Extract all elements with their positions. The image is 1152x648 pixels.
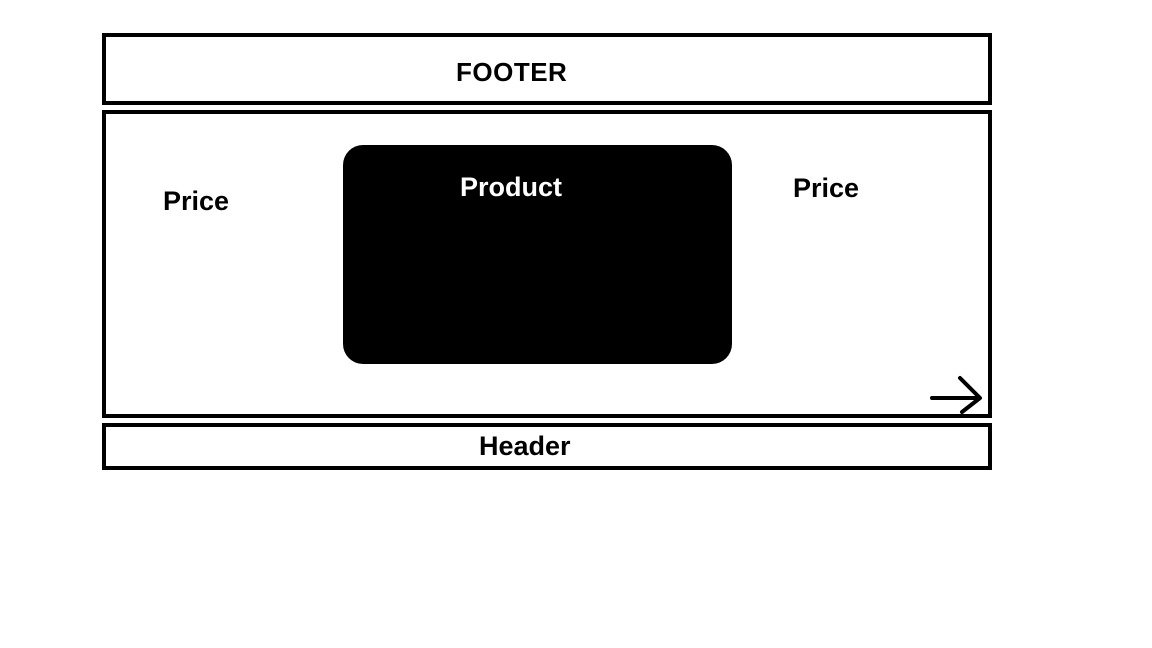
header-label: Header <box>479 431 571 461</box>
product-card[interactable]: Product <box>343 145 732 364</box>
arrow-right-icon[interactable] <box>928 372 984 414</box>
price-right: Price <box>793 173 860 203</box>
main-section: Price Product Price <box>102 110 992 418</box>
footer-label: FOOTER <box>456 57 568 87</box>
product-label: Product <box>460 172 563 202</box>
header-section: Header <box>102 423 992 470</box>
footer-section: FOOTER <box>102 33 992 105</box>
price-left: Price <box>163 186 230 216</box>
